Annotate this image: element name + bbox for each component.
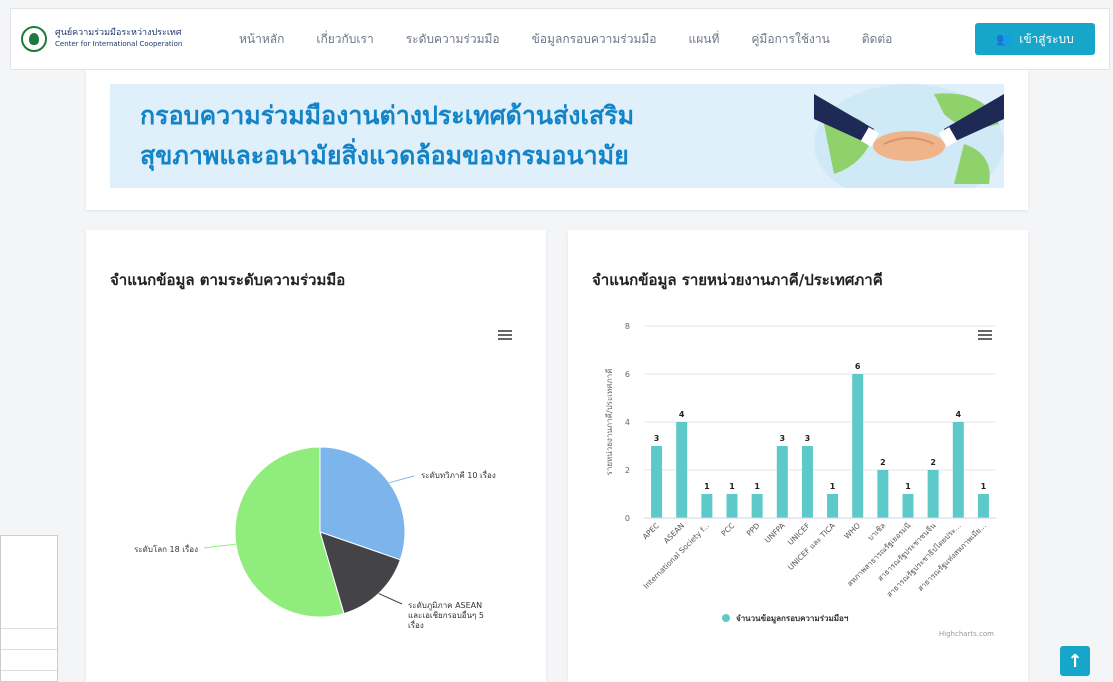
bar-data-label: 1 [754,482,760,491]
org-name-th: ศูนย์ความร่วมมือระหว่างประเทศ [55,28,182,38]
nav-framework-data[interactable]: ข้อมูลกรอบความร่วมมือ [532,30,657,49]
bar[interactable] [927,470,939,518]
x-tick-label: ASEAN [662,521,686,545]
y-tick-label: 6 [625,370,630,379]
bar-data-label: 3 [654,434,660,443]
brand-text: ศูนย์ความร่วมมือระหว่างประเทศ Center for… [55,28,182,50]
legend-label[interactable]: จำนวนข้อมูลกรอบความร่วมมือฯ [736,613,849,624]
bar[interactable] [776,446,788,518]
bar[interactable] [852,374,864,518]
nav-contact[interactable]: ติดต่อ [862,30,893,49]
bar[interactable] [726,494,738,518]
pie-data-label: ระดับภูมิภาค ASEAN และเอเชียกรอบอื่นๆ 5 เร… [408,601,484,630]
bar-data-label: 2 [880,458,886,467]
main-nav: หน้าหลัก เกี่ยวกับเรา ระดับความร่วมมือ ข… [239,30,924,49]
bar[interactable] [701,494,713,518]
bar[interactable] [877,470,889,518]
bar[interactable] [651,446,663,518]
x-tick-label: UNFPA [763,520,787,544]
bar-data-label: 3 [805,434,811,443]
users-lock-icon: 👥 [996,32,1012,46]
nav-map[interactable]: แผนที่ [688,30,719,49]
bar-chart: 0 2 4 6 8 รายหน่วยงานภาคี/ประเทศภาคี 3 APEC 4 ASE… [605,322,996,638]
x-tick-label: WHO [842,521,862,541]
bar-data-label: 1 [830,482,836,491]
nav-cooperation-level[interactable]: ระดับความร่วมมือ [406,30,500,49]
pie-connector-line [378,593,403,605]
cooperation-level-card: จำแนกข้อมูล ตามระดับความร่วมมือ ระดับทวิ… [86,230,546,682]
chart-credit[interactable]: Highcharts.com [939,630,994,638]
x-tick-label: PCC [719,521,736,538]
login-button[interactable]: 👥 เข้าสู่ระบบ [975,23,1095,55]
banner-title: กรอบความร่วมมืองานต่างประเทศด้านส่งเสริม… [140,96,634,176]
pie-connector-line [389,475,415,484]
y-tick-label: 0 [625,514,630,523]
nav-home[interactable]: หน้าหลัก [239,30,284,49]
legend-marker[interactable] [722,614,730,622]
partner-agency-card: จำแนกข้อมูล รายหน่วยงานภาคี/ประเทศภาคี 0… [568,230,1028,682]
bar[interactable] [952,422,964,518]
bar[interactable] [902,494,914,518]
arrow-up-icon: ↑ [1067,650,1083,672]
y-axis-label: รายหน่วยงานภาคี/ประเทศภาคี [605,369,614,476]
bar-data-label: 3 [779,434,785,443]
bar-data-label: 2 [930,458,936,467]
bar[interactable] [676,422,688,518]
pie-data-label: ระดับโลก 18 เรื่อง [134,543,198,554]
banner-title-line1: กรอบความร่วมมืองานต่างประเทศด้านส่งเสริม [140,101,635,130]
banner: กรอบความร่วมมืองานต่างประเทศด้านส่งเสริม… [110,84,1004,188]
handshake-globe-illustration [814,84,1004,188]
side-popup-panel [0,535,58,682]
bar-data-label: 4 [679,410,685,419]
y-tick-label: 2 [625,466,630,475]
banner-card: กรอบความร่วมมืองานต่างประเทศด้านส่งเสริม… [86,70,1028,210]
bar-data-label: 6 [855,362,861,371]
bar-data-label: 1 [905,482,911,491]
bar[interactable] [801,446,813,518]
department-logo-icon [21,26,47,52]
top-navbar: ศูนย์ความร่วมมือระหว่างประเทศ Center for… [10,8,1110,70]
bar-data-label: 1 [981,482,987,491]
y-tick-label: 8 [625,322,630,331]
y-tick-label: 4 [625,418,630,427]
bar[interactable] [751,494,763,518]
nav-about[interactable]: เกี่ยวกับเรา [316,30,373,49]
bar-data-label: 4 [955,410,961,419]
bar-data-label: 1 [729,482,735,491]
bar[interactable] [827,494,839,518]
bar[interactable] [977,494,989,518]
nav-manual[interactable]: คู่มือการใช้งาน [751,30,829,49]
x-tick-label: บาเชิล [866,521,887,542]
pie-chart: ระดับทวิภาคี 10 เรื่องระดับภูมิภาค ASEAN… [134,446,496,630]
scroll-to-top-button[interactable]: ↑ [1060,646,1090,676]
banner-title-line2: สุขภาพและอนามัยสิ่งแวดล้อมของกรมอนามัย [140,141,629,170]
org-name-en: Center for International Cooperation [55,40,183,48]
bar-data-label: 1 [704,482,710,491]
pie-data-label: ระดับทวิภาคี 10 เรื่อง [421,469,496,480]
x-tick-label: APEC [641,521,661,541]
pie-connector-line [203,543,236,549]
x-tick-label: PPD [745,521,762,538]
brand[interactable]: ศูนย์ความร่วมมือระหว่างประเทศ Center for… [21,26,211,52]
x-tick-label: UNICEF และ TICA [786,520,838,572]
login-label: เข้าสู่ระบบ [1019,31,1074,46]
